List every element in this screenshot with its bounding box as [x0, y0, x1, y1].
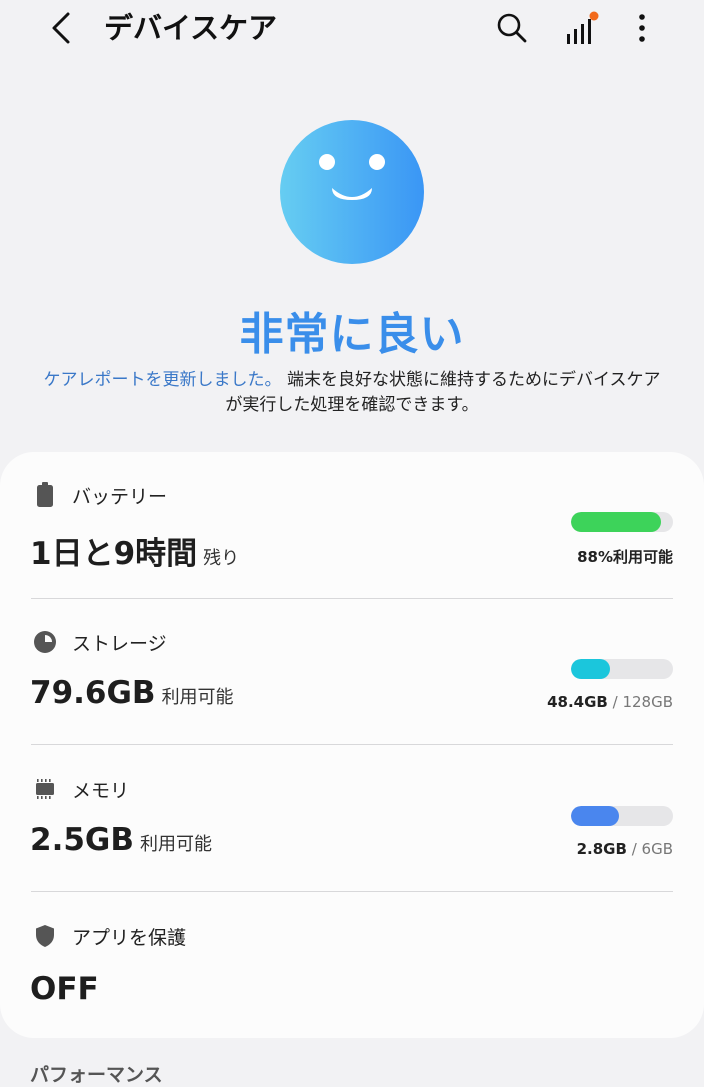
status-description-text: 端末を良好な状態に維持するためにデバイスケアが実行した処理を確認できます。 — [225, 370, 661, 415]
memory-available-value: 2.5GB — [30, 822, 134, 858]
divider — [31, 891, 673, 892]
battery-value-group: 1日と9時間 残り — [30, 528, 239, 573]
battery-remaining-unit: 残り — [203, 548, 240, 569]
status-heading: 非常に良い — [239, 309, 465, 360]
memory-separator: / — [626, 840, 642, 858]
back-button[interactable] — [40, 8, 84, 48]
battery-icon — [32, 482, 58, 508]
battery-header: バッテリー — [32, 482, 167, 508]
storage-label: ストレージ — [72, 632, 167, 655]
app-protection-section[interactable]: アプリを保護 OFF — [0, 893, 704, 1039]
battery-progress-fill — [571, 512, 661, 532]
search-icon — [497, 13, 527, 43]
storage-bar-text: 48.4GB / 128GB — [547, 693, 673, 711]
battery-bar-text: 88%利用可能 — [577, 546, 673, 567]
app-protection-header: アプリを保護 — [32, 923, 186, 949]
device-care-card: バッテリー 1日と9時間 残り 88%利用可能 ストレージ 79.6GB 利用可 — [0, 452, 704, 1038]
pie-chart-icon — [32, 629, 58, 655]
more-options-button[interactable] — [622, 8, 662, 48]
app-protection-label: アプリを保護 — [72, 926, 187, 949]
storage-progress-bar — [571, 659, 673, 679]
memory-progress-fill — [571, 806, 619, 826]
memory-value-group: 2.5GB 利用可能 — [30, 822, 212, 858]
storage-available-unit: 利用可能 — [161, 687, 234, 708]
care-report-link[interactable]: ケアレポートを更新しました。 — [44, 370, 282, 390]
battery-remaining-value: 1日と9時間 — [30, 536, 198, 572]
divider — [31, 744, 673, 745]
memory-header: メモリ — [32, 776, 129, 802]
storage-value-group: 79.6GB 利用可能 — [30, 675, 234, 711]
storage-available-value: 79.6GB — [30, 675, 156, 711]
memory-used: 2.8GB — [576, 840, 627, 858]
storage-used: 48.4GB — [547, 693, 608, 711]
memory-chip-icon — [32, 776, 58, 802]
status-face — [280, 120, 424, 264]
storage-total: 128GB — [622, 693, 673, 711]
smiley-face-icon — [280, 120, 424, 264]
battery-progress-bar — [571, 512, 673, 532]
more-options-icon — [639, 14, 645, 42]
memory-progress-bar — [571, 806, 673, 826]
memory-section[interactable]: メモリ 2.5GB 利用可能 2.8GB / 6GB — [0, 746, 704, 892]
memory-available-unit: 利用可能 — [140, 834, 212, 855]
app-protection-value-group: OFF — [30, 971, 99, 1007]
diagnostics-button[interactable] — [560, 8, 600, 48]
storage-section[interactable]: ストレージ 79.6GB 利用可能 48.4GB / 128GB — [0, 599, 704, 745]
battery-section[interactable]: バッテリー 1日と9時間 残り 88%利用可能 — [0, 452, 704, 598]
shield-icon — [32, 923, 58, 949]
signal-bars-icon — [567, 11, 599, 44]
battery-label: バッテリー — [72, 485, 168, 508]
memory-label: メモリ — [72, 779, 130, 802]
storage-header: ストレージ — [32, 629, 167, 655]
performance-section-title: パフォーマンス — [30, 1064, 163, 1086]
storage-separator: / — [607, 693, 623, 711]
storage-progress-fill — [571, 659, 610, 679]
memory-bar-text: 2.8GB / 6GB — [577, 840, 673, 858]
battery-available-percent: 88%利用可能 — [577, 548, 673, 566]
status-description: ケアレポートを更新しました。 端末を良好な状態に維持するためにデバイスケアが実行… — [40, 368, 664, 418]
page-title: デバイスケア — [104, 11, 278, 45]
app-protection-status: OFF — [30, 971, 99, 1007]
top-app-bar: デバイスケア — [0, 0, 704, 58]
search-button[interactable] — [492, 8, 532, 48]
memory-total: 6GB — [641, 840, 673, 858]
back-arrow-icon — [52, 12, 70, 44]
